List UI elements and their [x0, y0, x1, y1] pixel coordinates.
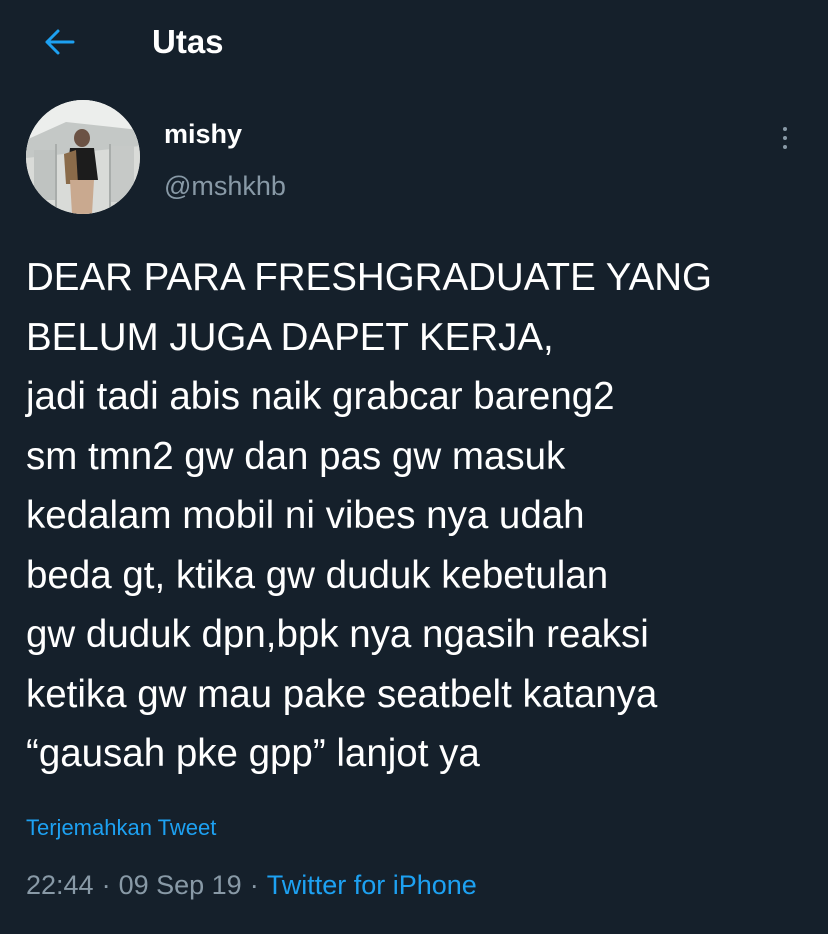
author-handle[interactable]: @mshkhb [164, 168, 286, 204]
profile-photo [26, 100, 140, 214]
tweet-line: BELUM JUGA DAPET KERJA, [26, 315, 554, 359]
separator: · [101, 870, 111, 900]
tweet-text: DEAR PARA FRESHGRADUATE YANG BELUM JUGA … [26, 248, 816, 784]
back-button[interactable] [34, 22, 84, 62]
avatar[interactable] [26, 100, 140, 214]
translate-tweet-link[interactable]: Terjemahkan Tweet [26, 812, 216, 844]
tweet-line: gw duduk dpn,bpk nya ngasih reaksi [26, 613, 649, 656]
arrow-left-icon [45, 29, 75, 55]
more-vertical-icon [783, 127, 787, 131]
page-title: Utas [152, 23, 224, 60]
tweet-line: “gausah pke gpp” lanjot ya [26, 732, 480, 775]
tweet-source-link[interactable]: Twitter for iPhone [267, 870, 477, 900]
separator: · [249, 870, 259, 900]
tweet-line: ketika gw mau pake seatbelt katanya [26, 672, 658, 716]
tweet-line: jadi tadi abis naik grabcar bareng2 [26, 375, 615, 418]
tweet-line: sm tmn2 gw dan pas gw masuk [26, 434, 566, 478]
tweet-metadata: 22:44 · 09 Sep 19 · Twitter for iPhone [26, 866, 477, 904]
tweet-line: DEAR PARA FRESHGRADUATE YANG [26, 256, 713, 299]
more-options-button[interactable] [770, 118, 800, 158]
tweet-time: 22:44 [26, 870, 94, 900]
tweet-line: beda gt, ktika gw duduk kebetulan [26, 553, 609, 597]
author-name[interactable]: mishy [164, 116, 242, 152]
tweet-line: kedalam mobil ni vibes nya udah [26, 494, 585, 537]
tweet-date: 09 Sep 19 [118, 870, 242, 900]
top-bar: Utas [0, 0, 828, 90]
